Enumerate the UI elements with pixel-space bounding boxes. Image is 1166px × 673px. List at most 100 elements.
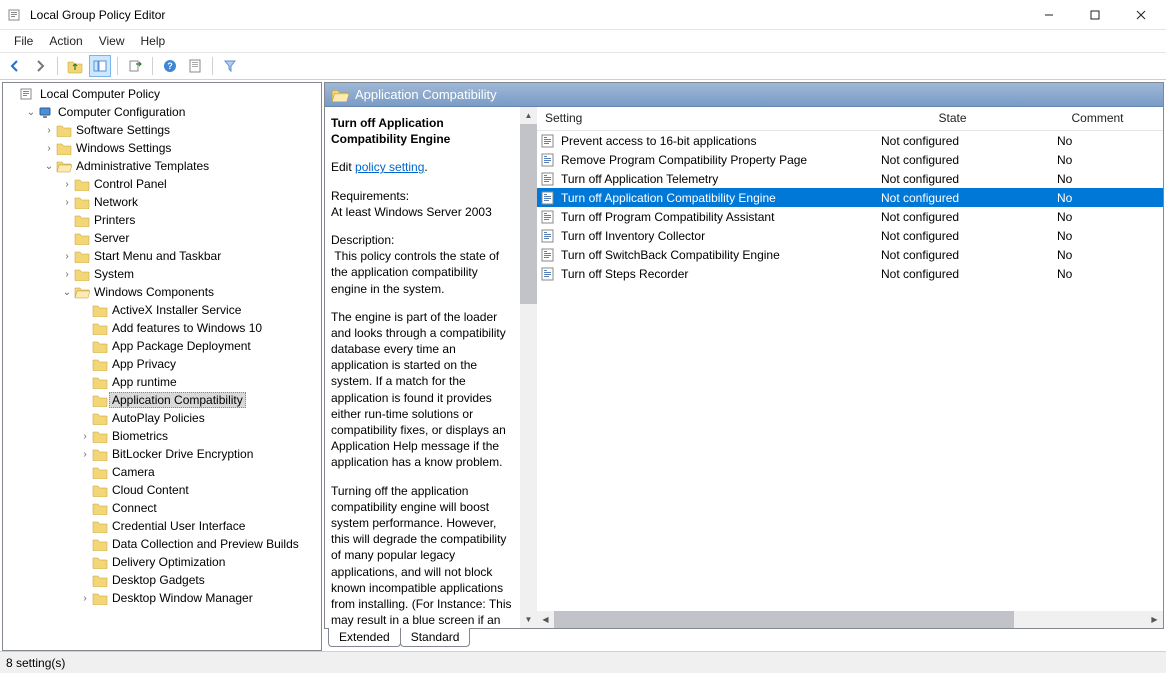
scroll-thumb[interactable] [520,124,537,304]
tree-node-camera[interactable]: ·Camera [3,463,321,481]
setting-state: Not configured [873,172,1033,186]
console-tree[interactable]: ·Local Computer Policy⌄Computer Configur… [2,82,322,651]
tree-node-activex[interactable]: ·ActiveX Installer Service [3,301,321,319]
up-one-level-button[interactable] [64,55,86,77]
scroll-up-icon[interactable]: ▲ [520,107,537,124]
scroll-down-icon[interactable]: ▼ [520,611,537,628]
setting-comment: No [1033,153,1163,167]
settings-row[interactable]: Turn off Application TelemetryNot config… [537,169,1163,188]
tree-node-system[interactable]: › System [3,265,321,283]
tree-node-biometrics[interactable]: › Biometrics [3,427,321,445]
expand-icon[interactable]: › [43,125,55,136]
tree-node-addfeatures[interactable]: ·Add features to Windows 10 [3,319,321,337]
tree-node-admin_templates[interactable]: ⌄Administrative Templates [3,157,321,175]
maximize-button[interactable] [1072,0,1118,30]
help-button[interactable] [159,55,181,77]
tree-node-appruntime[interactable]: ·App runtime [3,373,321,391]
folder-icon [91,303,109,317]
horizontal-scrollbar[interactable]: ◀ ▶ [537,611,1163,628]
description-scrollbar[interactable]: ▲ ▼ [520,107,537,628]
settings-row[interactable]: Turn off Program Compatibility Assistant… [537,207,1163,226]
expand-icon[interactable]: ⌄ [25,107,37,118]
tree-node-datacollection[interactable]: ·Data Collection and Preview Builds [3,535,321,553]
properties-button[interactable] [184,55,206,77]
scroll-track[interactable] [520,304,537,611]
tree-node-control_panel[interactable]: › Control Panel [3,175,321,193]
column-setting[interactable]: Setting [537,107,873,130]
folder-icon [73,249,91,263]
titlebar: Local Group Policy Editor [0,0,1166,30]
expand-icon[interactable]: › [61,179,73,190]
show-hide-tree-button[interactable] [89,55,111,77]
settings-row[interactable]: Remove Program Compatibility Property Pa… [537,150,1163,169]
expand-icon[interactable]: › [61,197,73,208]
tree-node-autoplay[interactable]: ·AutoPlay Policies [3,409,321,427]
folder-icon [73,177,91,191]
expand-icon[interactable]: ⌄ [43,161,55,172]
export-list-button[interactable] [124,55,146,77]
settings-row[interactable]: Turn off SwitchBack Compatibility Engine… [537,245,1163,264]
expand-icon[interactable]: › [61,251,73,262]
setting-state: Not configured [873,248,1033,262]
tab-extended[interactable]: Extended [328,628,401,647]
settings-row[interactable]: Turn off Steps RecorderNot configuredNo [537,264,1163,283]
policy-setting-link[interactable]: policy setting [355,160,424,174]
tree-node-appcompat[interactable]: ·Application Compatibility [3,391,321,409]
close-button[interactable] [1118,0,1164,30]
tree-node-label: System [91,267,137,281]
tree-node-software_settings[interactable]: ›Software Settings [3,121,321,139]
tree-node-root[interactable]: ·Local Computer Policy [3,85,321,103]
settings-row[interactable]: Prevent access to 16-bit applicationsNot… [537,131,1163,150]
tree-node-gadgets[interactable]: ·Desktop Gadgets [3,571,321,589]
column-state[interactable]: State [873,107,1033,130]
tab-standard[interactable]: Standard [400,628,471,647]
folder-icon [55,123,73,137]
menu-view[interactable]: View [91,32,133,50]
tree-node-network[interactable]: ›Network [3,193,321,211]
hscroll-track[interactable] [1014,611,1146,628]
tree-node-label: Cloud Content [109,483,192,497]
tree-node-start_taskbar[interactable]: ›Start Menu and Taskbar [3,247,321,265]
tree-node-apppkg[interactable]: ·App Package Deployment [3,337,321,355]
tree-node-label: Control Panel [91,177,170,191]
expand-icon[interactable]: › [61,269,73,280]
selected-setting-title: Turn off Application Compatibility Engin… [331,116,450,146]
tree-node-label: App Package Deployment [109,339,254,353]
column-comment[interactable]: Comment [1033,107,1163,130]
scroll-right-icon[interactable]: ▶ [1146,611,1163,628]
minimize-button[interactable] [1026,0,1072,30]
tree-node-cloudcontent[interactable]: ·Cloud Content [3,481,321,499]
tree-node-deskwinmgr[interactable]: ›Desktop Window Manager [3,589,321,607]
filter-button[interactable] [219,55,241,77]
policy-item-icon [537,134,559,148]
tree-node-deliveryopt[interactable]: ·Delivery Optimization [3,553,321,571]
expand-icon[interactable]: › [79,431,91,442]
scroll-left-icon[interactable]: ◀ [537,611,554,628]
tree-node-label: Biometrics [109,429,171,443]
menu-help[interactable]: Help [133,32,174,50]
tree-node-printers[interactable]: ·Printers [3,211,321,229]
settings-row[interactable]: Turn off Application Compatibility Engin… [537,188,1163,207]
hscroll-thumb[interactable] [554,611,1014,628]
expand-icon[interactable]: ⌄ [61,287,73,298]
tree-node-appprivacy[interactable]: ·App Privacy [3,355,321,373]
tree-node-server[interactable]: ·Server [3,229,321,247]
menu-action[interactable]: Action [41,32,90,50]
expand-icon[interactable]: › [43,143,55,154]
tree-node-windows_settings[interactable]: ›Windows Settings [3,139,321,157]
setting-comment: No [1033,229,1163,243]
menu-file[interactable]: File [6,32,41,50]
tree-node-bitlocker[interactable]: › BitLocker Drive Encryption [3,445,321,463]
nav-back-button[interactable] [4,55,26,77]
tree-node-connect[interactable]: ·Connect [3,499,321,517]
tree-node-label: BitLocker Drive Encryption [109,447,256,461]
settings-row[interactable]: Turn off Inventory CollectorNot configur… [537,226,1163,245]
expand-icon[interactable]: › [79,593,91,604]
expand-icon[interactable]: › [79,449,91,460]
tree-node-windows_components[interactable]: ⌄Windows Components [3,283,321,301]
nav-forward-button[interactable] [29,55,51,77]
tree-node-credui[interactable]: ·Credential User Interface [3,517,321,535]
tree-node-computer_cfg[interactable]: ⌄Computer Configuration [3,103,321,121]
policy-item-icon [537,267,559,281]
tree-node-label: Desktop Gadgets [109,573,208,587]
